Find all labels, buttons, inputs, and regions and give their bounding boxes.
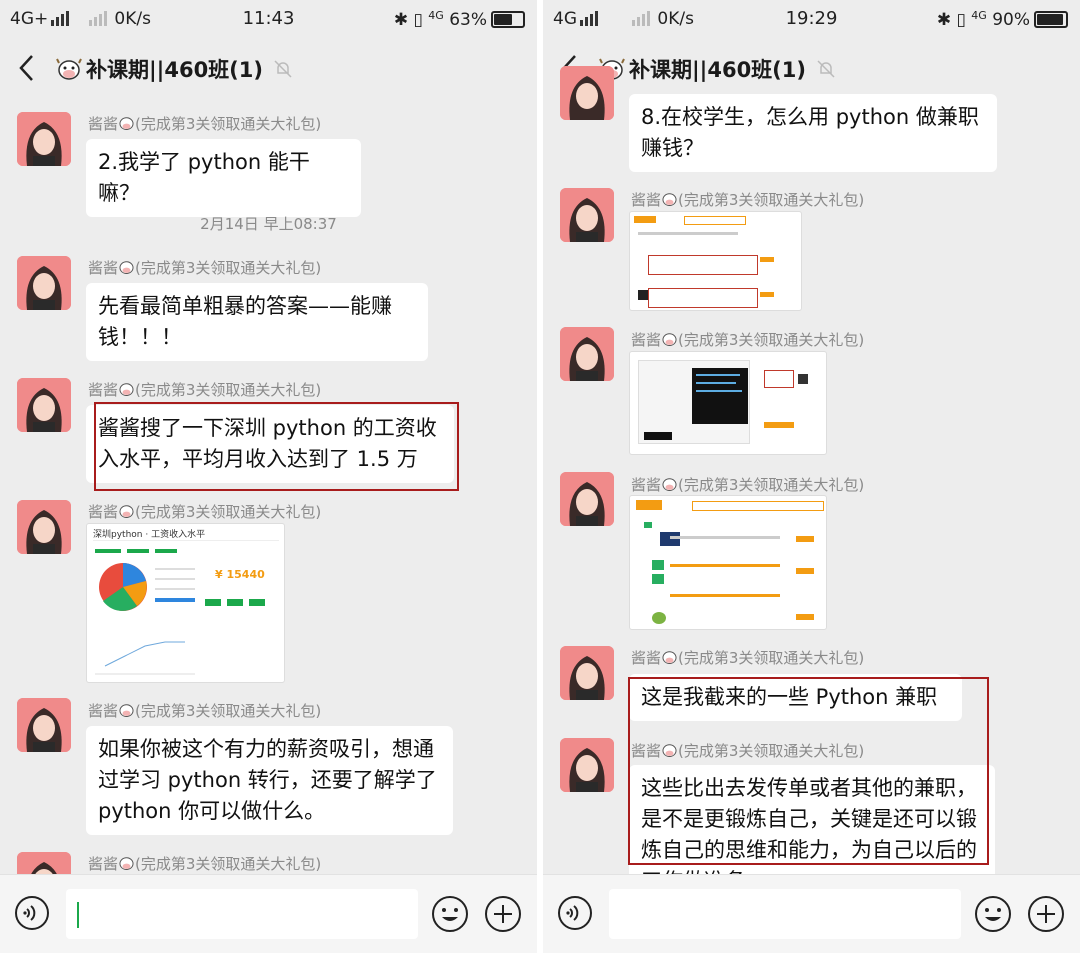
network-type: 4G <box>428 9 444 22</box>
avatar[interactable] <box>560 738 614 792</box>
message-list[interactable]: 8.在校学生，怎么用 python 做兼职赚钱？ 酱酱 (完成第3关领取通关大礼包… <box>543 66 1080 905</box>
voice-icon[interactable] <box>557 895 593 931</box>
cow-emoji-icon <box>119 261 134 275</box>
battery-icon <box>1034 11 1068 28</box>
status-icons: ✱ ▯ 4G 63% <box>394 9 525 30</box>
message-list[interactable]: 酱酱 (完成第3关领取通关大礼包) 2.我学了 python 能干嘛？ 2月14日… <box>0 100 537 906</box>
sender-name: 酱酱 (完成第3关领取通关大礼包) <box>88 855 322 873</box>
highlight-box <box>94 402 459 491</box>
sender-name: 酱酱 (完成第3关领取通关大礼包) <box>88 702 322 720</box>
highlight-box <box>628 677 989 865</box>
chat-title: 补课期||460班(1) <box>86 58 263 82</box>
battery-icon <box>491 11 525 28</box>
avatar[interactable] <box>560 646 614 700</box>
message-bubble[interactable]: 如果你被这个有力的薪资吸引，想通过学习 python 转行，还要了解学了 pyt… <box>86 726 453 835</box>
chat-screen-left: 4G+ 0K/s 11:43 ✱ ▯ 4G 63% 补课期||460班(1) 酱… <box>0 0 537 953</box>
message-input[interactable] <box>609 889 961 939</box>
cow-emoji-icon <box>662 193 677 207</box>
timestamp: 2月14日 早上08:37 <box>200 215 337 233</box>
bluetooth-icon: ✱ <box>393 10 409 30</box>
pie-chart-image <box>99 563 147 611</box>
cow-emoji-icon <box>56 58 82 80</box>
cow-emoji-icon <box>662 478 677 492</box>
message-bubble[interactable]: 先看最简单粗暴的答案——能赚钱！！！ <box>86 283 428 361</box>
cow-emoji-icon <box>119 704 134 718</box>
project-screenshot-image[interactable] <box>629 351 827 455</box>
bluetooth-icon: ✱ <box>936 10 952 30</box>
network-type: 4G <box>971 9 987 22</box>
chat-screen-right: 4G 0K/s 19:29 ✱ ▯ 4G 90% 补课期||460班(1) 8.… <box>543 0 1080 953</box>
status-bar: 4G 0K/s 19:29 ✱ ▯ 4G 90% <box>543 0 1080 38</box>
sender-name: 酱酱 (完成第3关领取通关大礼包) <box>88 115 322 133</box>
avatar[interactable] <box>17 698 71 752</box>
emoji-icon[interactable] <box>431 895 469 933</box>
mute-bell-icon <box>274 60 292 78</box>
battery-level: 90% <box>992 10 1030 30</box>
salary-screenshot-image[interactable]: 深圳python · 工资收入水平 ¥ 15440 <box>86 523 285 683</box>
cow-emoji-icon <box>119 383 134 397</box>
status-bar: 4G+ 0K/s 11:43 ✱ ▯ 4G 63% <box>0 0 537 38</box>
salary-amount: ¥ 15440 <box>215 568 265 581</box>
avatar[interactable] <box>560 472 614 526</box>
cow-emoji-icon <box>662 651 677 665</box>
job-site-screenshot-image[interactable] <box>629 495 827 630</box>
chat-title: 补课期||460班(1) <box>629 58 806 82</box>
avatar[interactable] <box>560 66 614 120</box>
cow-emoji-icon <box>119 505 134 519</box>
message-input[interactable] <box>66 889 418 939</box>
sender-name: 酱酱 (完成第3关领取通关大礼包) <box>631 649 865 667</box>
salary-card-heading: 深圳python · 工资收入水平 <box>93 530 206 540</box>
job-listing-screenshot-image[interactable] <box>629 211 802 311</box>
chat-header: 补课期||460班(1) <box>0 40 537 100</box>
sender-name: 酱酱 (完成第3关领取通关大礼包) <box>631 331 865 349</box>
vibrate-icon: ▯ <box>956 10 966 30</box>
back-arrow-icon[interactable] <box>18 54 34 82</box>
message-bubble[interactable]: 2.我学了 python 能干嘛？ <box>86 139 361 217</box>
avatar[interactable] <box>17 256 71 310</box>
sender-name: 酱酱 (完成第3关领取通关大礼包) <box>88 503 322 521</box>
battery-level: 63% <box>449 10 487 30</box>
avatar[interactable] <box>17 500 71 554</box>
voice-icon[interactable] <box>14 895 50 931</box>
emoji-icon[interactable] <box>974 895 1012 933</box>
mute-bell-icon <box>817 60 835 78</box>
avatar[interactable] <box>560 188 614 242</box>
message-bubble[interactable]: 8.在校学生，怎么用 python 做兼职赚钱？ <box>629 94 997 172</box>
cow-emoji-icon <box>119 117 134 131</box>
chat-header: 补课期||460班(1) <box>543 40 1080 100</box>
line-chart-image <box>95 641 195 675</box>
cow-emoji-icon <box>119 857 134 871</box>
text-caret <box>77 902 79 928</box>
status-icons: ✱ ▯ 4G 90% <box>937 9 1068 30</box>
plus-icon[interactable] <box>1027 895 1065 933</box>
avatar[interactable] <box>17 378 71 432</box>
sender-name: 酱酱 (完成第3关领取通关大礼包) <box>631 191 865 209</box>
cow-emoji-icon <box>662 333 677 347</box>
avatar[interactable] <box>17 112 71 166</box>
vibrate-icon: ▯ <box>413 10 423 30</box>
avatar[interactable] <box>560 327 614 381</box>
input-bar <box>543 874 1080 953</box>
input-bar <box>0 874 537 953</box>
sender-name: 酱酱 (完成第3关领取通关大礼包) <box>631 476 865 494</box>
sender-name: 酱酱 (完成第3关领取通关大礼包) <box>88 259 322 277</box>
sender-name: 酱酱 (完成第3关领取通关大礼包) <box>88 381 322 399</box>
plus-icon[interactable] <box>484 895 522 933</box>
